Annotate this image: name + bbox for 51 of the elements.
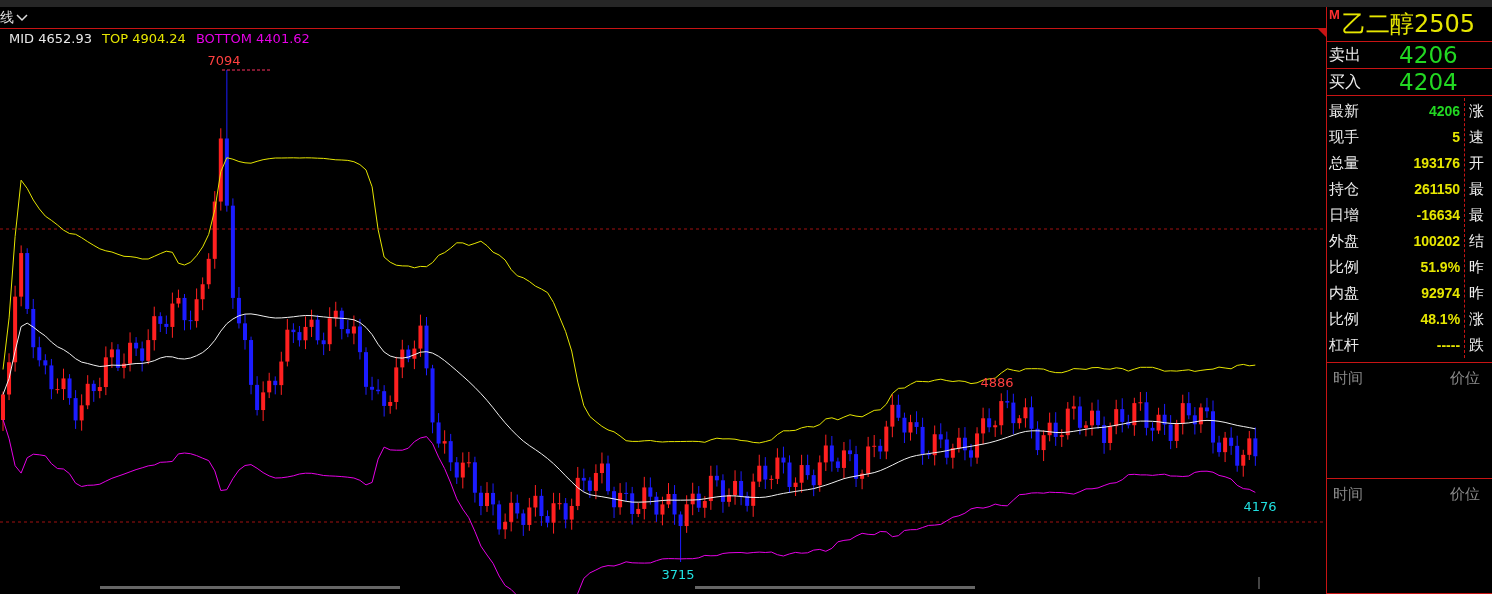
- stat-value: 100202: [1412, 233, 1461, 249]
- column-header: 价位: [1450, 369, 1480, 388]
- stat-label: 速: [1469, 127, 1485, 147]
- stat-label: 跌: [1469, 335, 1485, 355]
- stat-value: 193176: [1412, 155, 1461, 171]
- stat-value: -16634: [1415, 207, 1461, 223]
- stat-label: 结: [1469, 231, 1485, 251]
- quote-price: 4204: [1399, 69, 1458, 95]
- stat-value: 4206: [1427, 103, 1461, 119]
- stat-label: 最: [1469, 205, 1485, 225]
- stat-label: 持仓: [1329, 179, 1361, 199]
- scrollbar-thumb[interactable]: [100, 586, 400, 589]
- price-label: 4176: [1243, 499, 1277, 514]
- stat-label: 昨: [1469, 257, 1485, 277]
- legend-reading: BOTTOM 4401.62: [195, 31, 310, 46]
- symbol-title: 乙二醇2505: [1341, 9, 1476, 40]
- stat-label: 日增: [1329, 205, 1361, 225]
- stat-value: 5: [1451, 129, 1461, 145]
- column-header: 价位: [1450, 484, 1480, 504]
- stat-label: 开: [1469, 153, 1485, 173]
- stat-label: 最新: [1329, 101, 1361, 121]
- stat-value: -----: [1435, 337, 1461, 353]
- chart-tab-label[interactable]: 线: [0, 8, 14, 27]
- stat-label: 昨: [1469, 283, 1485, 303]
- stat-label: 比例: [1329, 257, 1361, 277]
- stat-value: 261150: [1413, 181, 1461, 197]
- column-header: 时间: [1333, 369, 1364, 388]
- scrollbar-thumb[interactable]: [695, 586, 975, 589]
- price-label: 4886: [980, 375, 1014, 390]
- stat-label: 最: [1469, 179, 1485, 199]
- legend-reading: MID 4652.93: [9, 31, 92, 46]
- legend-reading: TOP 4904.24: [101, 31, 186, 46]
- column-header: 时间: [1333, 484, 1364, 504]
- stat-label: 总量: [1329, 153, 1361, 173]
- quote-price: 4206: [1399, 42, 1458, 68]
- stat-label: 涨: [1469, 309, 1485, 329]
- chevron-down-icon[interactable]: [16, 13, 28, 22]
- price-label: 3715: [661, 567, 695, 582]
- quote-label: 卖出: [1328, 44, 1363, 66]
- stat-label: 现手: [1329, 127, 1361, 147]
- stat-value: 92974: [1420, 285, 1461, 301]
- price-label: 7094: [207, 53, 241, 68]
- stat-label: 内盘: [1329, 283, 1361, 303]
- stat-label: 杠杆: [1329, 335, 1361, 355]
- stat-label: 比例: [1329, 309, 1361, 329]
- quote-label: 买入: [1328, 71, 1363, 93]
- market-letter-label: M: [1329, 7, 1340, 22]
- stat-label: 涨: [1469, 101, 1485, 121]
- stat-value: 51.9%: [1419, 259, 1461, 275]
- stat-label: 外盘: [1329, 231, 1361, 251]
- stat-value: 48.1%: [1419, 311, 1461, 327]
